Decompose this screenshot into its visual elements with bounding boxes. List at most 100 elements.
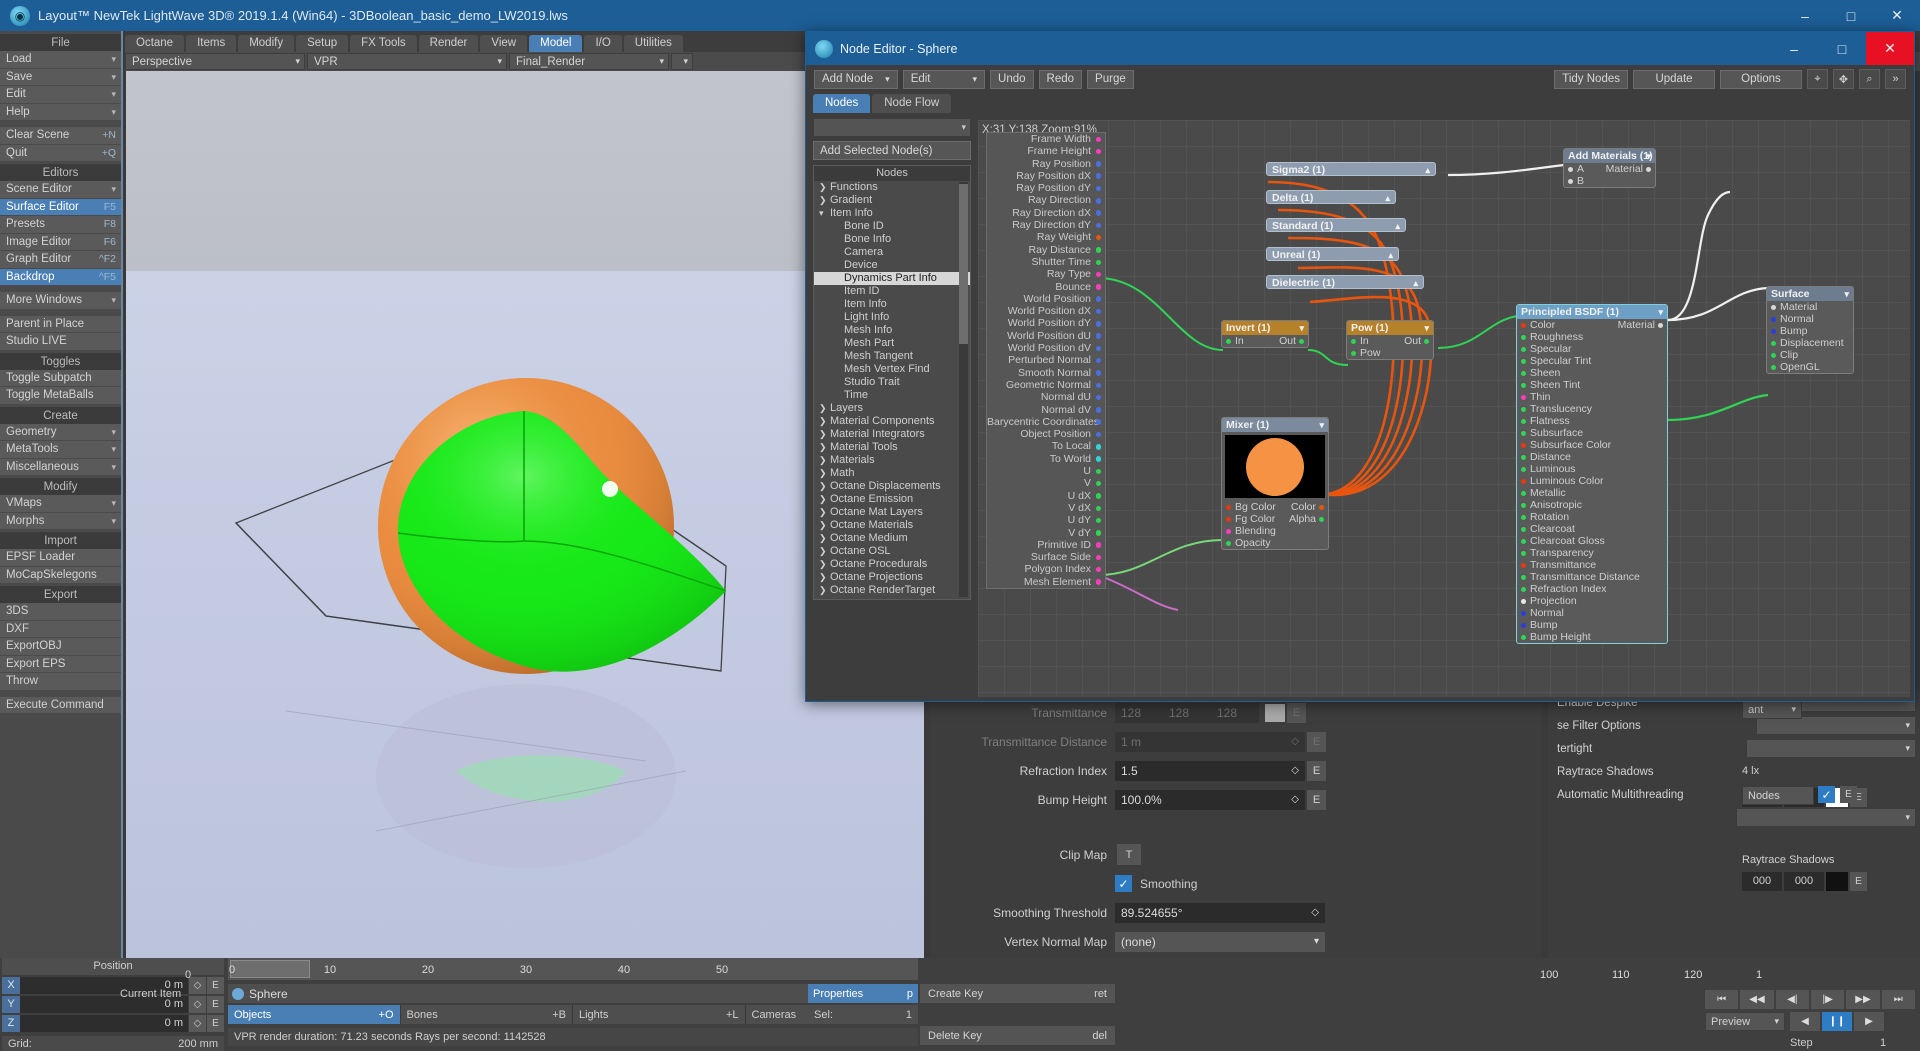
color-swatch[interactable] bbox=[1265, 703, 1285, 722]
maximize-button[interactable]: □ bbox=[1828, 0, 1874, 31]
envelope-button[interactable]: E bbox=[207, 1015, 224, 1032]
sidebar-item-execute-command[interactable]: Execute Command bbox=[0, 696, 121, 713]
principled-port-thin[interactable]: Thin bbox=[1517, 391, 1667, 403]
mixer-node-header[interactable]: Mixer (1) ▾ bbox=[1222, 418, 1328, 432]
play-reverse-button[interactable]: ◀| bbox=[1775, 990, 1809, 1009]
pin-icon[interactable]: ⌖ bbox=[1807, 69, 1828, 89]
invert-in-row[interactable]: In Out bbox=[1222, 335, 1308, 347]
node-editor-maximize-button[interactable]: □ bbox=[1818, 32, 1866, 65]
add-materials-node[interactable]: Add Materials (1) ▾ A Material B bbox=[1563, 148, 1656, 188]
surface-rgb-field-2[interactable]: 128 bbox=[1211, 702, 1259, 723]
principled-port-transmittance[interactable]: Transmittance bbox=[1517, 559, 1667, 571]
node-editor-tab-nodes[interactable]: Nodes bbox=[813, 94, 871, 113]
chevron-right-icon[interactable]: ❯ bbox=[819, 584, 827, 597]
collapsed-node-delta-1-[interactable]: Delta (1) ▴ bbox=[1266, 190, 1396, 204]
node-tree-item-item-id[interactable]: Item ID bbox=[814, 285, 970, 298]
sidebar-item-export-eps[interactable]: Export EPS bbox=[0, 655, 121, 672]
chevron-right-icon[interactable]: ❯ bbox=[819, 480, 827, 493]
principled-port-bump[interactable]: Bump bbox=[1517, 619, 1667, 631]
tidy-nodes-button[interactable]: Tidy Nodes bbox=[1554, 69, 1628, 89]
node-tree-item-math[interactable]: ❯ Math bbox=[814, 467, 970, 480]
viewport-shading-select[interactable]: VPR ▾ bbox=[307, 53, 507, 70]
principled-port-roughness[interactable]: Roughness bbox=[1517, 331, 1667, 343]
sidebar-item-toggle-subpatch[interactable]: Toggle Subpatch bbox=[0, 369, 121, 386]
surface-rgb-field-0[interactable]: 128 bbox=[1115, 702, 1163, 723]
expand-icon[interactable]: ◇ bbox=[1291, 765, 1299, 776]
surface-input-port-shutter-time[interactable]: Shutter Time bbox=[987, 256, 1105, 268]
chevron-right-icon[interactable]: ❯ bbox=[819, 402, 827, 415]
node-tree-item-mesh-part[interactable]: Mesh Part bbox=[814, 337, 970, 350]
chevron-up-icon[interactable]: ▴ bbox=[1385, 191, 1390, 205]
surface-value-field[interactable]: 1.5 ◇ bbox=[1115, 760, 1305, 781]
surface-input-port-ray-position-dy[interactable]: Ray Position dY bbox=[987, 182, 1105, 194]
principled-port-subsurface[interactable]: Subsurface bbox=[1517, 427, 1667, 439]
node-tree-item-bone-info[interactable]: Bone Info bbox=[814, 233, 970, 246]
principled-port-distance[interactable]: Distance bbox=[1517, 451, 1667, 463]
surface-output-port-clip[interactable]: Clip bbox=[1767, 349, 1853, 361]
chevron-down-icon[interactable]: ▾ bbox=[819, 207, 824, 220]
node-tree-item-mesh-info[interactable]: Mesh Info bbox=[814, 324, 970, 337]
nodes-edit-button[interactable]: E bbox=[1840, 786, 1857, 803]
move-icon[interactable]: ✥ bbox=[1833, 69, 1854, 89]
chevron-right-icon[interactable]: ❯ bbox=[819, 454, 827, 467]
chevron-down-icon[interactable]: ▾ bbox=[1646, 149, 1651, 163]
mode-button-bones[interactable]: Bones +B bbox=[400, 1005, 573, 1024]
surface-input-port-normal-du[interactable]: Normal dU bbox=[987, 391, 1105, 403]
pow-node-header[interactable]: Pow (1) ▾ bbox=[1347, 321, 1433, 335]
axis-value-field[interactable]: 0 m bbox=[20, 1015, 188, 1032]
sidebar-item-geometry[interactable]: Geometry ▾ bbox=[0, 423, 121, 440]
surface-input-port-geometric-normal[interactable]: Geometric Normal bbox=[987, 379, 1105, 391]
menu-tab-fx-tools[interactable]: FX Tools bbox=[350, 35, 417, 52]
mixer-node[interactable]: Mixer (1) ▾ Bg Color Color Fg Color Alph… bbox=[1221, 417, 1329, 550]
surface-value-field[interactable]: 100.0% ◇ bbox=[1115, 789, 1305, 810]
sidebar-item-mocapskelegons[interactable]: MoCapSkelegons bbox=[0, 566, 121, 583]
collapsed-node-sigma2-1-[interactable]: Sigma2 (1) ▴ bbox=[1266, 162, 1436, 176]
sidebar-item-scene-editor[interactable]: Scene Editor ▾ bbox=[0, 181, 121, 198]
surface-input-port-ray-type[interactable]: Ray Type bbox=[987, 268, 1105, 280]
preview-select[interactable]: Preview ▾ bbox=[1705, 1012, 1785, 1031]
viewport-camera-select[interactable]: Final_Render ▾ bbox=[509, 53, 669, 70]
pow-in-row[interactable]: In Out bbox=[1347, 335, 1433, 347]
menu-tab-model[interactable]: Model bbox=[529, 35, 583, 52]
sidebar-item-dxf[interactable]: DXF bbox=[0, 620, 121, 637]
envelope-button[interactable]: E bbox=[207, 977, 224, 994]
chevron-down-icon[interactable]: ▾ bbox=[1658, 305, 1663, 319]
node-tree-item-octane-procedurals[interactable]: ❯ Octane Procedurals bbox=[814, 558, 970, 571]
surface-input-port-to-world[interactable]: To World bbox=[987, 453, 1105, 465]
minimize-button[interactable]: – bbox=[1782, 0, 1828, 31]
sidebar-item-more-windows[interactable]: More Windows ▾ bbox=[0, 292, 121, 309]
surface-input-port-ray-direction-dx[interactable]: Ray Direction dX bbox=[987, 207, 1105, 219]
principled-port-sheen-tint[interactable]: Sheen Tint bbox=[1517, 379, 1667, 391]
sidebar-item-load[interactable]: Load ▾ bbox=[0, 51, 121, 68]
add-selected-nodes-button[interactable]: Add Selected Node(s) bbox=[813, 141, 971, 160]
surface-input-port-perturbed-normal[interactable]: Perturbed Normal bbox=[987, 354, 1105, 366]
current-frame-value[interactable]: 0 bbox=[185, 969, 191, 981]
collapsed-node-dielectric-1-[interactable]: Dielectric (1) ▴ bbox=[1266, 275, 1424, 289]
step-back-button[interactable]: ◀ bbox=[1790, 1012, 1820, 1031]
zero-value-1[interactable]: 000 bbox=[1784, 872, 1824, 891]
principled-port-color[interactable]: Color Material bbox=[1517, 319, 1667, 331]
surface-input-port-u-dy[interactable]: U dY bbox=[987, 514, 1105, 526]
chevron-right-icon[interactable]: ❯ bbox=[819, 194, 827, 207]
step-forward-button[interactable]: ▶ bbox=[1854, 1012, 1884, 1031]
surface-input-port-world-position[interactable]: World Position bbox=[987, 293, 1105, 305]
expand-icon[interactable]: ◇ bbox=[1311, 907, 1319, 918]
node-tree-item-gradient[interactable]: ❯ Gradient bbox=[814, 194, 970, 207]
sidebar-item-morphs[interactable]: Morphs ▾ bbox=[0, 512, 121, 529]
expand-icon[interactable]: ◇ bbox=[189, 1015, 206, 1032]
node-tree-item-octane-mat-layers[interactable]: ❯ Octane Mat Layers bbox=[814, 506, 970, 519]
menu-tab-utilities[interactable]: Utilities bbox=[623, 35, 683, 52]
node-editor-minimize-button[interactable]: – bbox=[1770, 32, 1818, 65]
sidebar-item-throw[interactable]: Throw bbox=[0, 673, 121, 690]
timeline-ruler[interactable]: 0 10 20 30 40 50 bbox=[228, 958, 918, 980]
viewport-view-select[interactable]: Perspective ▾ bbox=[125, 53, 305, 70]
collapsed-node-standard-1-[interactable]: Standard (1) ▴ bbox=[1266, 218, 1406, 232]
surface-output-port-displacement[interactable]: Displacement bbox=[1767, 337, 1853, 349]
surface-input-port-v-dy[interactable]: V dY bbox=[987, 527, 1105, 539]
chevron-right-icon[interactable]: ❯ bbox=[819, 467, 827, 480]
envelope-button[interactable]: E bbox=[1307, 731, 1326, 752]
tertight-select[interactable]: ▾ bbox=[1746, 739, 1916, 758]
chevron-down-icon[interactable]: ▾ bbox=[1299, 321, 1304, 335]
principled-port-metallic[interactable]: Metallic bbox=[1517, 487, 1667, 499]
sidebar-item-quit[interactable]: Quit +Q bbox=[0, 144, 121, 161]
